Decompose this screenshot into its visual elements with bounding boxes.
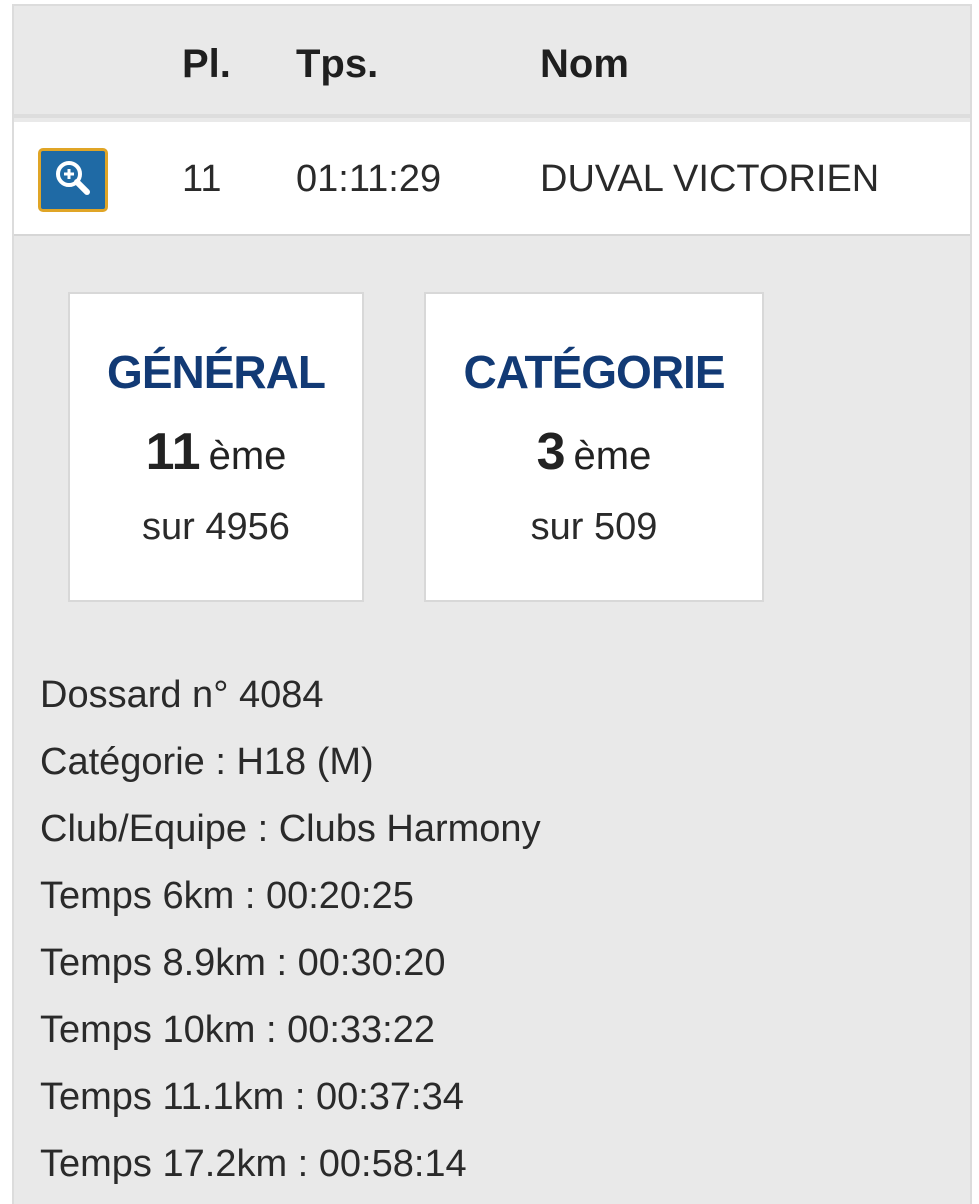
general-title: GÉNÉRAL	[107, 346, 326, 398]
zoom-in-icon	[53, 158, 93, 203]
row-name: DUVAL VICTORIEN	[540, 158, 880, 200]
general-rank-suffix: ème	[208, 434, 287, 478]
results-panel: Pl. Tps. Nom 11 01:11:29 DUVAL VICTORIEN…	[12, 4, 972, 1204]
general-rank-card: GÉNÉRAL 11 ème sur 4956	[68, 292, 364, 602]
split-11-1km: Temps 11.1km : 00:37:34	[40, 1076, 464, 1118]
table-row[interactable]: 11 01:11:29 DUVAL VICTORIEN	[14, 122, 970, 236]
split-10km: Temps 10km : 00:33:22	[40, 1009, 435, 1051]
zoom-button[interactable]	[38, 148, 108, 212]
header-place: Pl.	[182, 42, 231, 86]
category-rank: 3 ème	[426, 422, 762, 495]
split-8-9km: Temps 8.9km : 00:30:20	[40, 942, 446, 984]
general-total: sur 4956	[142, 506, 290, 548]
split-6km: Temps 6km : 00:20:25	[40, 875, 414, 917]
category-total: sur 509	[530, 506, 658, 548]
row-time: 01:11:29	[296, 158, 442, 200]
category-title: CATÉGORIE	[463, 346, 725, 398]
header-name: Nom	[540, 42, 629, 86]
category-rank-suffix: ème	[573, 434, 652, 478]
bib-number: Dossard n° 4084	[40, 674, 324, 716]
category-rank-number: 3	[536, 423, 566, 481]
header-time: Tps.	[296, 42, 379, 86]
category-info: Catégorie : H18 (M)	[40, 741, 374, 783]
category-rank-card: CATÉGORIE 3 ème sur 509	[424, 292, 764, 602]
general-rank-number: 11	[145, 423, 201, 481]
row-place: 11	[182, 158, 222, 200]
split-17-2km: Temps 17.2km : 00:58:14	[40, 1143, 467, 1185]
club-info: Club/Equipe : Clubs Harmony	[40, 808, 541, 850]
table-header: Pl. Tps. Nom	[14, 6, 970, 118]
general-rank: 11 ème	[70, 422, 362, 495]
